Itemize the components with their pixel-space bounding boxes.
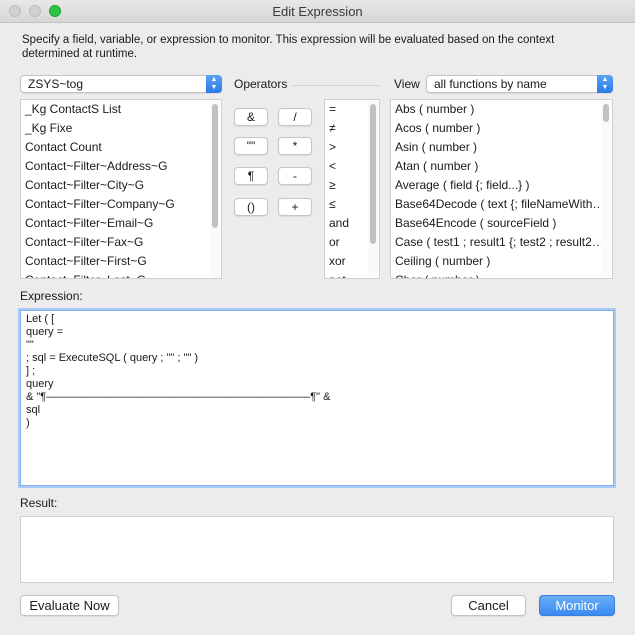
operators-divider [292,85,380,86]
code-line: "" [26,339,34,351]
list-item[interactable]: Abs ( number ) [391,100,612,119]
list-item[interactable]: Acos ( number ) [391,119,612,138]
comparison-scroll-thumb[interactable] [370,104,376,244]
title-bar: Edit Expression [0,0,635,23]
list-item[interactable]: Ceiling ( number ) [391,252,612,271]
chevron-updown-icon: ▲ ▼ [597,75,613,93]
list-item[interactable]: Contact Count [21,138,221,157]
fields-scrollbar[interactable] [210,101,220,277]
list-item[interactable]: Contact~Filter~Company~G [21,195,221,214]
table-occurrence-value: ZSYS~tog [28,77,84,91]
operator-button-plus[interactable]: + [278,198,312,216]
expression-editor[interactable]: Let ( [ query = "" ; sql = ExecuteSQL ( … [20,310,614,486]
operator-button-divide[interactable]: / [278,108,312,126]
result-label: Result: [20,496,58,510]
expression-label: Expression: [20,289,83,303]
comparison-scrollbar[interactable] [368,101,378,277]
list-item[interactable]: Contact~Filter~Address~G [21,157,221,176]
view-select[interactable]: all functions by name ▲ ▼ [426,75,613,93]
list-item[interactable]: Base64Decode ( text {; fileNameWith… [391,195,612,214]
fields-scroll-thumb[interactable] [212,104,218,228]
list-item[interactable]: _Kg Fixe [21,119,221,138]
code-line: sql [26,404,41,416]
list-item[interactable]: Atan ( number ) [391,157,612,176]
operator-button-ampersand[interactable]: & [234,108,268,126]
edit-expression-window: Edit Expression Specify a field, variabl… [0,0,635,635]
operator-button-pilcrow[interactable]: ¶ [234,167,268,185]
operator-button-multiply[interactable]: * [278,137,312,155]
monitor-button[interactable]: Monitor [539,595,615,616]
functions-scroll-thumb[interactable] [603,104,609,122]
fields-list[interactable]: _Kg ContactS List _Kg Fixe Contact Count… [20,99,222,279]
code-line: ] ; [26,365,36,377]
evaluate-now-button[interactable]: Evaluate Now [20,595,119,616]
list-item[interactable]: _Kg ContactS List [21,100,221,119]
list-item[interactable]: Contact~Filter~City~G [21,176,221,195]
list-item[interactable]: Asin ( number ) [391,138,612,157]
list-item[interactable]: Contact~Filter~First~G [21,252,221,271]
code-line: ) [26,417,30,429]
result-output [20,516,614,583]
list-item[interactable]: Contact~Filter~Fax~G [21,233,221,252]
window-title: Edit Expression [272,4,363,19]
functions-scrollbar[interactable] [601,101,611,277]
chevron-updown-icon: ▲ ▼ [206,75,222,93]
view-select-value: all functions by name [434,77,547,91]
code-line: & "¶————————————————————————¶" & [26,391,331,403]
table-occurrence-select[interactable]: ZSYS~tog ▲ ▼ [20,75,222,93]
list-item[interactable]: Average ( field {; field...} ) [391,176,612,195]
functions-list[interactable]: Abs ( number ) Acos ( number ) Asin ( nu… [390,99,613,279]
list-item[interactable]: Contact~Filter~Last~G [21,271,221,278]
list-item[interactable]: Contact~Filter~Email~G [21,214,221,233]
code-line: ; sql = ExecuteSQL ( query ; "" ; "" ) [26,352,199,364]
operator-button-parentheses[interactable]: () [234,198,268,216]
list-item[interactable]: Case ( test1 ; result1 {; test2 ; result… [391,233,612,252]
operators-label: Operators [234,77,288,91]
comparison-operators-list[interactable]: = ≠ > < ≥ ≤ and or xor not [324,99,380,279]
code-line: Let ( [ [26,313,55,325]
list-item[interactable]: Base64Encode ( sourceField ) [391,214,612,233]
code-line: query = [26,326,63,338]
list-item[interactable]: Char ( number ) [391,271,612,278]
operator-button-minus[interactable]: - [278,167,312,185]
cancel-button[interactable]: Cancel [451,595,526,616]
operator-button-quotes[interactable]: "" [234,137,268,155]
code-line: query [26,378,54,390]
view-label: View [394,77,420,91]
instructions-text: Specify a field, variable, or expression… [22,34,555,60]
